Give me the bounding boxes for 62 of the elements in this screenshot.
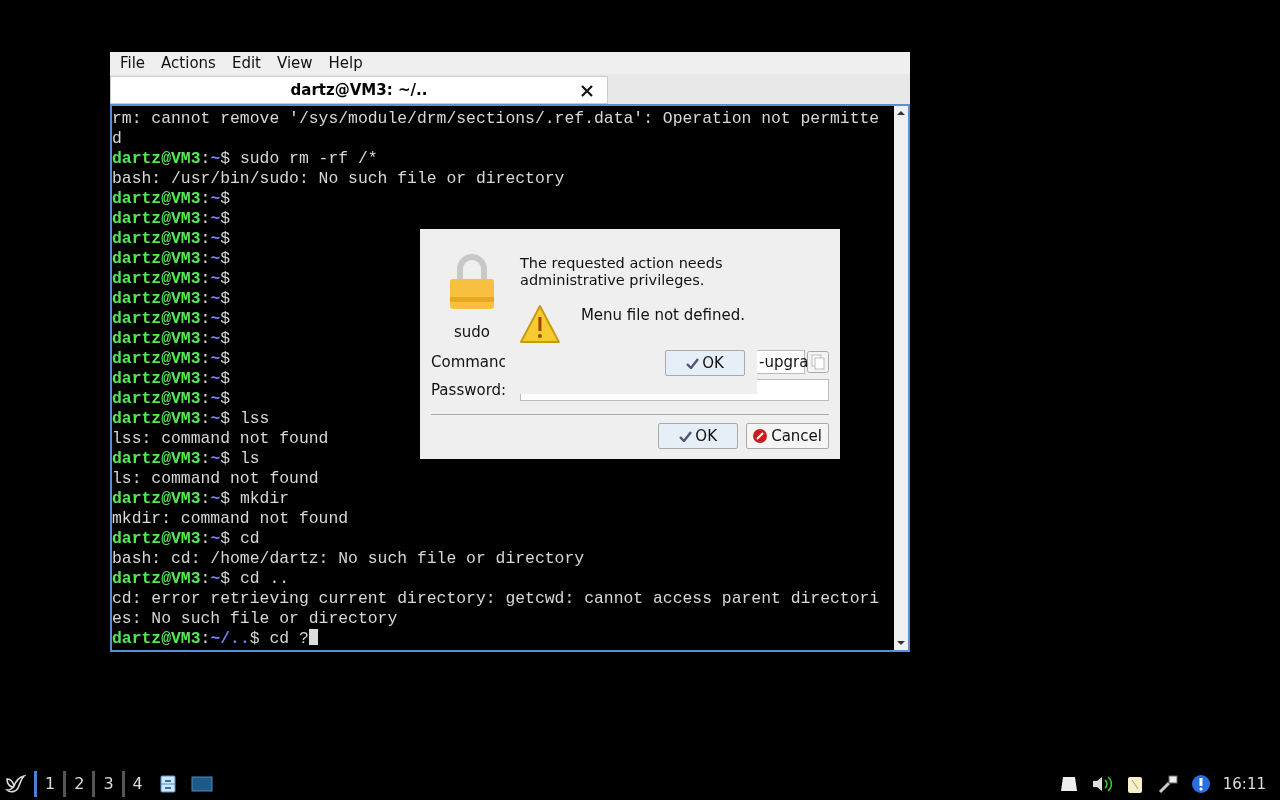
terminal-line: dartz@VM3:~$ ls	[112, 449, 260, 469]
field-label: Commanc	[431, 353, 508, 372]
menu-item[interactable]: Edit	[223, 54, 269, 72]
close-icon[interactable]	[581, 85, 593, 97]
speaker-icon[interactable]	[1090, 774, 1113, 794]
terminal-line: cd: error retrieving current directory: getcwd: cannot access parent directori	[112, 589, 880, 609]
scrollbar[interactable]	[894, 106, 908, 650]
monitor-icon[interactable]	[190, 776, 213, 792]
ok-button[interactable]: OK	[665, 350, 745, 376]
menu-item[interactable]: View	[268, 54, 321, 72]
terminal-line: dartz@VM3:~$ lss	[112, 409, 270, 429]
warning-icon	[519, 304, 561, 344]
ok-button[interactable]: OK	[658, 423, 739, 449]
terminal-line: dartz@VM3:~$	[112, 329, 231, 349]
command-field[interactable]: -upgra	[756, 350, 805, 375]
terminal-line: dartz@VM3:~$	[112, 289, 231, 309]
info-icon[interactable]	[1190, 774, 1211, 794]
menu-item[interactable]: Actions	[153, 54, 224, 72]
cancel-button[interactable]: Cancel	[746, 423, 829, 449]
drive-icon[interactable]	[1058, 775, 1079, 793]
terminal-line: dartz@VM3:~$	[112, 389, 231, 409]
network-plug-icon[interactable]	[1156, 774, 1179, 794]
app-name: sudo	[454, 323, 490, 341]
terminal-line: dartz@VM3:~$	[112, 269, 231, 289]
terminal-line: dartz@VM3:~/..$ cd ?	[112, 629, 318, 649]
padlock-icon	[448, 253, 496, 311]
terminal-line: lss: command not found	[112, 429, 329, 449]
bird-logo-icon[interactable]	[4, 773, 26, 795]
terminal-line: d	[112, 129, 122, 149]
terminal-line: dartz@VM3:~$ cd ..	[112, 569, 290, 589]
file-cabinet-icon[interactable]	[158, 775, 177, 793]
workspace-button[interactable]: 4	[121, 771, 151, 797]
terminal-line: rm: cannot remove '/sys/module/drm/sections/.ref.data': Operation not permitte	[112, 109, 880, 129]
terminal-line: bash: /usr/bin/sudo: No such file or directory	[112, 169, 565, 189]
message-text: Menu file not defined.	[580, 305, 745, 326]
terminal-line: dartz@VM3:~$ mkdir	[112, 489, 290, 509]
menu-item[interactable]: File	[112, 54, 154, 72]
terminal-line: dartz@VM3:~$	[112, 189, 231, 209]
clock: 16:11	[1222, 775, 1266, 793]
terminal-line: dartz@VM3:~$	[112, 309, 231, 329]
workspace-button[interactable]: 2	[63, 771, 93, 797]
terminal-line: dartz@VM3:~$	[112, 209, 231, 229]
terminal-line: dartz@VM3:~$	[112, 349, 231, 369]
terminal-tab[interactable]: dartz@VM3: ~/..	[110, 76, 608, 104]
field-label: Password:	[431, 381, 508, 400]
terminal-line: dartz@VM3:~$	[112, 249, 231, 269]
cancel-icon	[753, 429, 768, 443]
terminal-line: dartz@VM3:~$ sudo rm -rf /*	[112, 149, 378, 169]
checkmark-icon	[686, 357, 700, 369]
terminal-line: bash: cd: /home/dartz: No such file or directory	[112, 549, 585, 569]
terminal-line: es: No such file or directory	[112, 609, 398, 629]
workspace-button[interactable]: 1	[34, 771, 64, 797]
terminal-line: dartz@VM3:~$	[112, 229, 231, 249]
menu-item[interactable]: Help	[320, 54, 371, 72]
terminal-line: ls: command not found	[112, 469, 319, 489]
dialog-message: administrative privileges.	[520, 272, 706, 289]
terminal-line: dartz@VM3:~$	[112, 369, 231, 389]
terminal-line: dartz@VM3:~$ cd	[112, 529, 260, 549]
terminal-line: mkdir: command not found	[112, 509, 349, 529]
workspace-button[interactable]: 3	[92, 771, 122, 797]
checkmark-icon	[679, 430, 693, 442]
dialog-message: The requested action needs	[520, 255, 723, 272]
